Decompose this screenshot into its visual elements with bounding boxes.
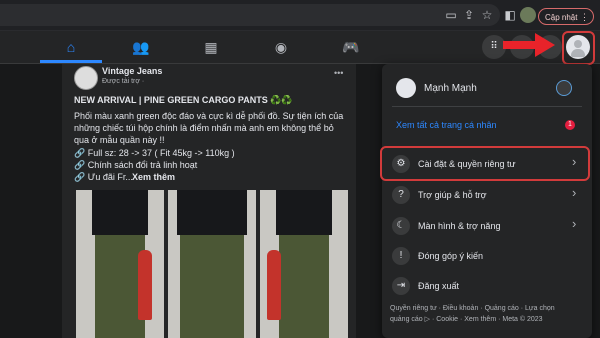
cast-icon[interactable]: ▭ bbox=[444, 8, 458, 22]
post-bullet: 🔗 Chính sách đổi trả linh hoạt bbox=[74, 160, 198, 170]
page-name[interactable]: Vintage Jeans bbox=[102, 66, 162, 76]
share-icon[interactable]: ⇪ bbox=[462, 8, 476, 22]
post-headline: NEW ARRIVAL | PINE GREEN CARGO PANTS ♻️♻… bbox=[74, 95, 293, 105]
chevron-right-icon: › bbox=[572, 185, 577, 200]
settings-privacy-item[interactable]: Cài đặt & quyền riêng tư bbox=[418, 159, 516, 169]
user-avatar[interactable] bbox=[396, 78, 416, 98]
update-button[interactable]: Cập nhật ⋮ bbox=[538, 8, 594, 25]
footer-links[interactable]: Quyền riêng tư · Điều khoản · Quảng cáo … bbox=[390, 305, 555, 312]
home-icon[interactable]: ⌂ bbox=[56, 37, 86, 57]
sidebar-icon[interactable]: ◧ bbox=[503, 8, 517, 22]
moon-icon: ☾ bbox=[392, 217, 410, 235]
product-photo[interactable] bbox=[76, 190, 164, 338]
feedback-icon: ! bbox=[392, 247, 410, 265]
marketplace-icon[interactable]: ▦ bbox=[196, 37, 226, 57]
product-photo[interactable] bbox=[168, 190, 256, 338]
logout-icon: ⇥ bbox=[392, 277, 410, 295]
user-name[interactable]: Mạnh Mạnh bbox=[424, 83, 477, 94]
notification-badge: 1 bbox=[565, 120, 575, 130]
update-label: Cập nhật bbox=[545, 13, 578, 22]
give-feedback-item[interactable]: Đóng góp ý kiến bbox=[418, 251, 483, 261]
help-icon: ? bbox=[392, 186, 410, 204]
post-body-line: Phối màu xanh green độc đáo và cực kì dễ… bbox=[74, 111, 344, 121]
gear-icon: ⚙ bbox=[392, 155, 410, 173]
gaming-icon[interactable]: 🎮 bbox=[336, 37, 366, 57]
post-bullet: 🔗 Ưu đãi Fr... bbox=[74, 172, 133, 182]
post-more-button[interactable]: ••• bbox=[334, 68, 343, 78]
chevron-right-icon: › bbox=[572, 216, 577, 231]
display-accessibility-item[interactable]: Màn hình & trợ năng bbox=[418, 221, 500, 231]
help-support-item[interactable]: Trợ giúp & hỗ trợ bbox=[418, 190, 487, 200]
friends-icon[interactable]: 👥 bbox=[126, 37, 156, 57]
logout-item[interactable]: Đăng xuất bbox=[418, 281, 459, 291]
sponsored-label: Được tài trợ · bbox=[102, 78, 145, 85]
chevron-right-icon: › bbox=[572, 154, 577, 169]
switch-profile-icon[interactable] bbox=[556, 80, 572, 96]
footer-links[interactable]: quảng cáo ▷ · Cookie · Xem thêm · Meta ©… bbox=[390, 315, 543, 323]
red-arrow-shaft bbox=[503, 41, 539, 49]
post-bullet: 🔗 Full sz: 28 -> 37 ( Fit 45kg -> 110kg … bbox=[74, 148, 235, 158]
see-more-link[interactable]: Xem thêm bbox=[132, 172, 175, 182]
star-icon[interactable]: ☆ bbox=[480, 8, 494, 22]
active-tab-indicator bbox=[40, 60, 102, 63]
page-avatar[interactable] bbox=[74, 66, 98, 90]
browser-profile-icon[interactable] bbox=[520, 7, 536, 23]
post-body-line: những chiếc túi hộp chính là điểm nhấn m… bbox=[74, 123, 334, 133]
avatar-highlight-box bbox=[562, 31, 595, 65]
divider bbox=[392, 106, 582, 107]
address-bar[interactable] bbox=[0, 4, 500, 26]
menu-dots-icon[interactable]: ⋮ bbox=[580, 9, 589, 26]
post-body-line: qua ở mẫu quần này !! bbox=[74, 135, 165, 145]
red-arrow-icon bbox=[535, 33, 555, 57]
groups-icon[interactable]: ◉ bbox=[266, 37, 296, 57]
see-all-profiles-link[interactable]: Xem tất cả trang cá nhân bbox=[396, 120, 497, 130]
product-photo[interactable] bbox=[260, 190, 348, 338]
